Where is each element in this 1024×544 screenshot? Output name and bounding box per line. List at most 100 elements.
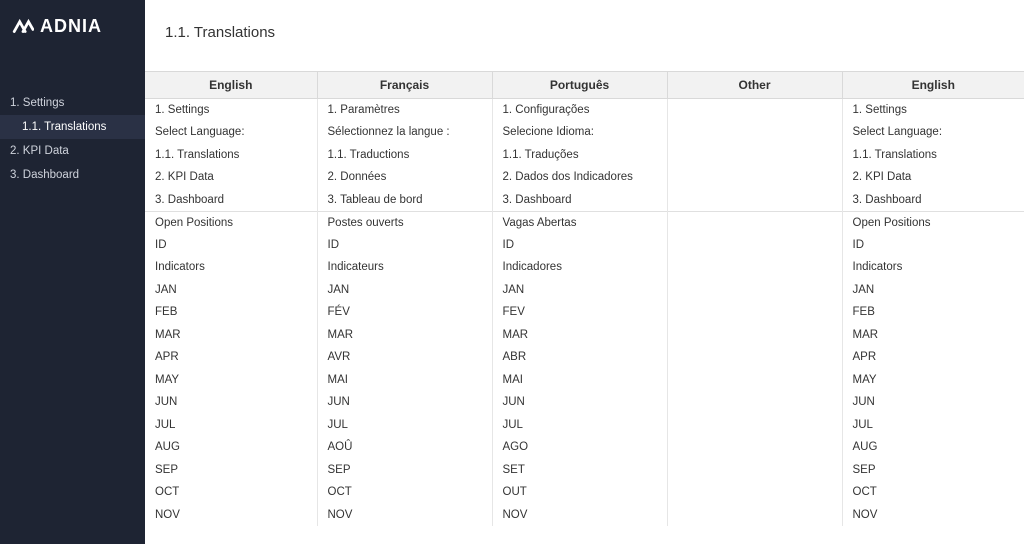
table-cell[interactable]: 2. Dados dos Indicadores [492, 166, 667, 189]
table-cell[interactable]: JUN [317, 391, 492, 414]
table-cell[interactable]: ID [145, 234, 317, 257]
table-cell[interactable] [667, 234, 842, 257]
table-cell[interactable]: JUN [145, 391, 317, 414]
table-cell[interactable]: 2. KPI Data [145, 166, 317, 189]
table-cell[interactable]: Selecione Idioma: [492, 121, 667, 144]
table-cell[interactable] [667, 211, 842, 234]
table-cell[interactable] [667, 256, 842, 279]
table-cell[interactable]: AGO [492, 436, 667, 459]
table-cell[interactable]: MAR [145, 324, 317, 347]
table-cell[interactable]: OCT [842, 481, 1024, 504]
table-cell[interactable]: JAN [317, 279, 492, 302]
table-cell[interactable]: JAN [492, 279, 667, 302]
table-cell[interactable] [667, 324, 842, 347]
table-cell[interactable]: OUT [492, 481, 667, 504]
table-cell[interactable]: 1. Configurações [492, 99, 667, 122]
table-cell[interactable]: NOV [317, 504, 492, 527]
table-cell[interactable]: AUG [842, 436, 1024, 459]
table-cell[interactable]: 2. KPI Data [842, 166, 1024, 189]
table-cell[interactable]: FEV [492, 301, 667, 324]
table-cell[interactable]: APR [145, 346, 317, 369]
table-cell[interactable]: 2. Données [317, 166, 492, 189]
table-cell[interactable]: ID [842, 234, 1024, 257]
table-cell[interactable]: Open Positions [842, 211, 1024, 234]
table-cell[interactable]: 1.1. Traductions [317, 144, 492, 167]
table-cell[interactable]: AUG [145, 436, 317, 459]
table-cell[interactable]: APR [842, 346, 1024, 369]
table-cell[interactable]: MAI [317, 369, 492, 392]
table-cell[interactable]: 1. Settings [145, 99, 317, 122]
table-cell[interactable]: ID [492, 234, 667, 257]
sidebar-item-2[interactable]: 2. KPI Data [0, 139, 145, 163]
table-cell[interactable]: 3. Dashboard [145, 189, 317, 212]
table-cell[interactable]: 1.1. Translations [145, 144, 317, 167]
table-cell[interactable]: Indicadores [492, 256, 667, 279]
table-cell[interactable]: Select Language: [842, 121, 1024, 144]
table-cell[interactable] [667, 279, 842, 302]
table-cell[interactable]: OCT [317, 481, 492, 504]
table-cell[interactable] [667, 346, 842, 369]
table-cell[interactable] [667, 414, 842, 437]
table-cell[interactable]: Sélectionnez la langue : [317, 121, 492, 144]
table-cell[interactable] [667, 189, 842, 212]
table-cell[interactable]: MAY [842, 369, 1024, 392]
table-cell[interactable]: SEP [145, 459, 317, 482]
table-cell[interactable]: OCT [145, 481, 317, 504]
table-cell[interactable]: AVR [317, 346, 492, 369]
table-cell[interactable]: Select Language: [145, 121, 317, 144]
table-cell[interactable]: NOV [492, 504, 667, 527]
table-cell[interactable]: JUN [842, 391, 1024, 414]
table-cell[interactable]: Vagas Abertas [492, 211, 667, 234]
table-cell[interactable]: SEP [317, 459, 492, 482]
table-cell[interactable] [667, 436, 842, 459]
table-cell[interactable]: 1. Paramètres [317, 99, 492, 122]
table-cell[interactable]: 1.1. Translations [842, 144, 1024, 167]
table-cell[interactable]: JUL [145, 414, 317, 437]
table-cell[interactable]: JAN [842, 279, 1024, 302]
sidebar-item-0[interactable]: 1. Settings [0, 91, 145, 115]
table-cell[interactable]: SET [492, 459, 667, 482]
table-cell[interactable]: JUL [317, 414, 492, 437]
table-cell[interactable]: JUL [492, 414, 667, 437]
table-cell[interactable]: MAR [317, 324, 492, 347]
table-cell[interactable]: MAR [492, 324, 667, 347]
table-cell[interactable] [667, 459, 842, 482]
table-cell[interactable] [667, 121, 842, 144]
sidebar-item-3[interactable]: 3. Dashboard [0, 163, 145, 187]
table-cell[interactable]: ID [317, 234, 492, 257]
table-cell[interactable]: FEB [842, 301, 1024, 324]
table-cell[interactable] [667, 166, 842, 189]
table-cell[interactable]: JAN [145, 279, 317, 302]
table-cell[interactable]: 3. Tableau de bord [317, 189, 492, 212]
table-cell[interactable]: ABR [492, 346, 667, 369]
table-cell[interactable]: JUN [492, 391, 667, 414]
table-cell[interactable]: Indicators [145, 256, 317, 279]
table-cell[interactable] [667, 99, 842, 122]
table-cell[interactable]: 1. Settings [842, 99, 1024, 122]
brand-name: ADNIA [40, 16, 102, 37]
table-cell[interactable]: MAY [145, 369, 317, 392]
table-cell[interactable]: Indicateurs [317, 256, 492, 279]
table-cell[interactable] [667, 391, 842, 414]
table-cell[interactable] [667, 481, 842, 504]
table-cell[interactable]: 3. Dashboard [842, 189, 1024, 212]
sidebar-item-1[interactable]: 1.1. Translations [0, 115, 145, 139]
table-cell[interactable]: 3. Dashboard [492, 189, 667, 212]
table-cell[interactable] [667, 369, 842, 392]
table-cell[interactable]: SEP [842, 459, 1024, 482]
table-cell[interactable]: AOÛ [317, 436, 492, 459]
table-cell[interactable]: FÉV [317, 301, 492, 324]
table-cell[interactable]: Indicators [842, 256, 1024, 279]
table-cell[interactable]: Postes ouverts [317, 211, 492, 234]
table-cell[interactable]: Open Positions [145, 211, 317, 234]
table-cell[interactable]: NOV [145, 504, 317, 527]
table-cell[interactable]: 1.1. Traduções [492, 144, 667, 167]
table-cell[interactable] [667, 301, 842, 324]
table-cell[interactable] [667, 504, 842, 527]
table-cell[interactable] [667, 144, 842, 167]
table-cell[interactable]: MAR [842, 324, 1024, 347]
table-cell[interactable]: FEB [145, 301, 317, 324]
table-cell[interactable]: MAI [492, 369, 667, 392]
table-cell[interactable]: JUL [842, 414, 1024, 437]
table-cell[interactable]: NOV [842, 504, 1024, 527]
